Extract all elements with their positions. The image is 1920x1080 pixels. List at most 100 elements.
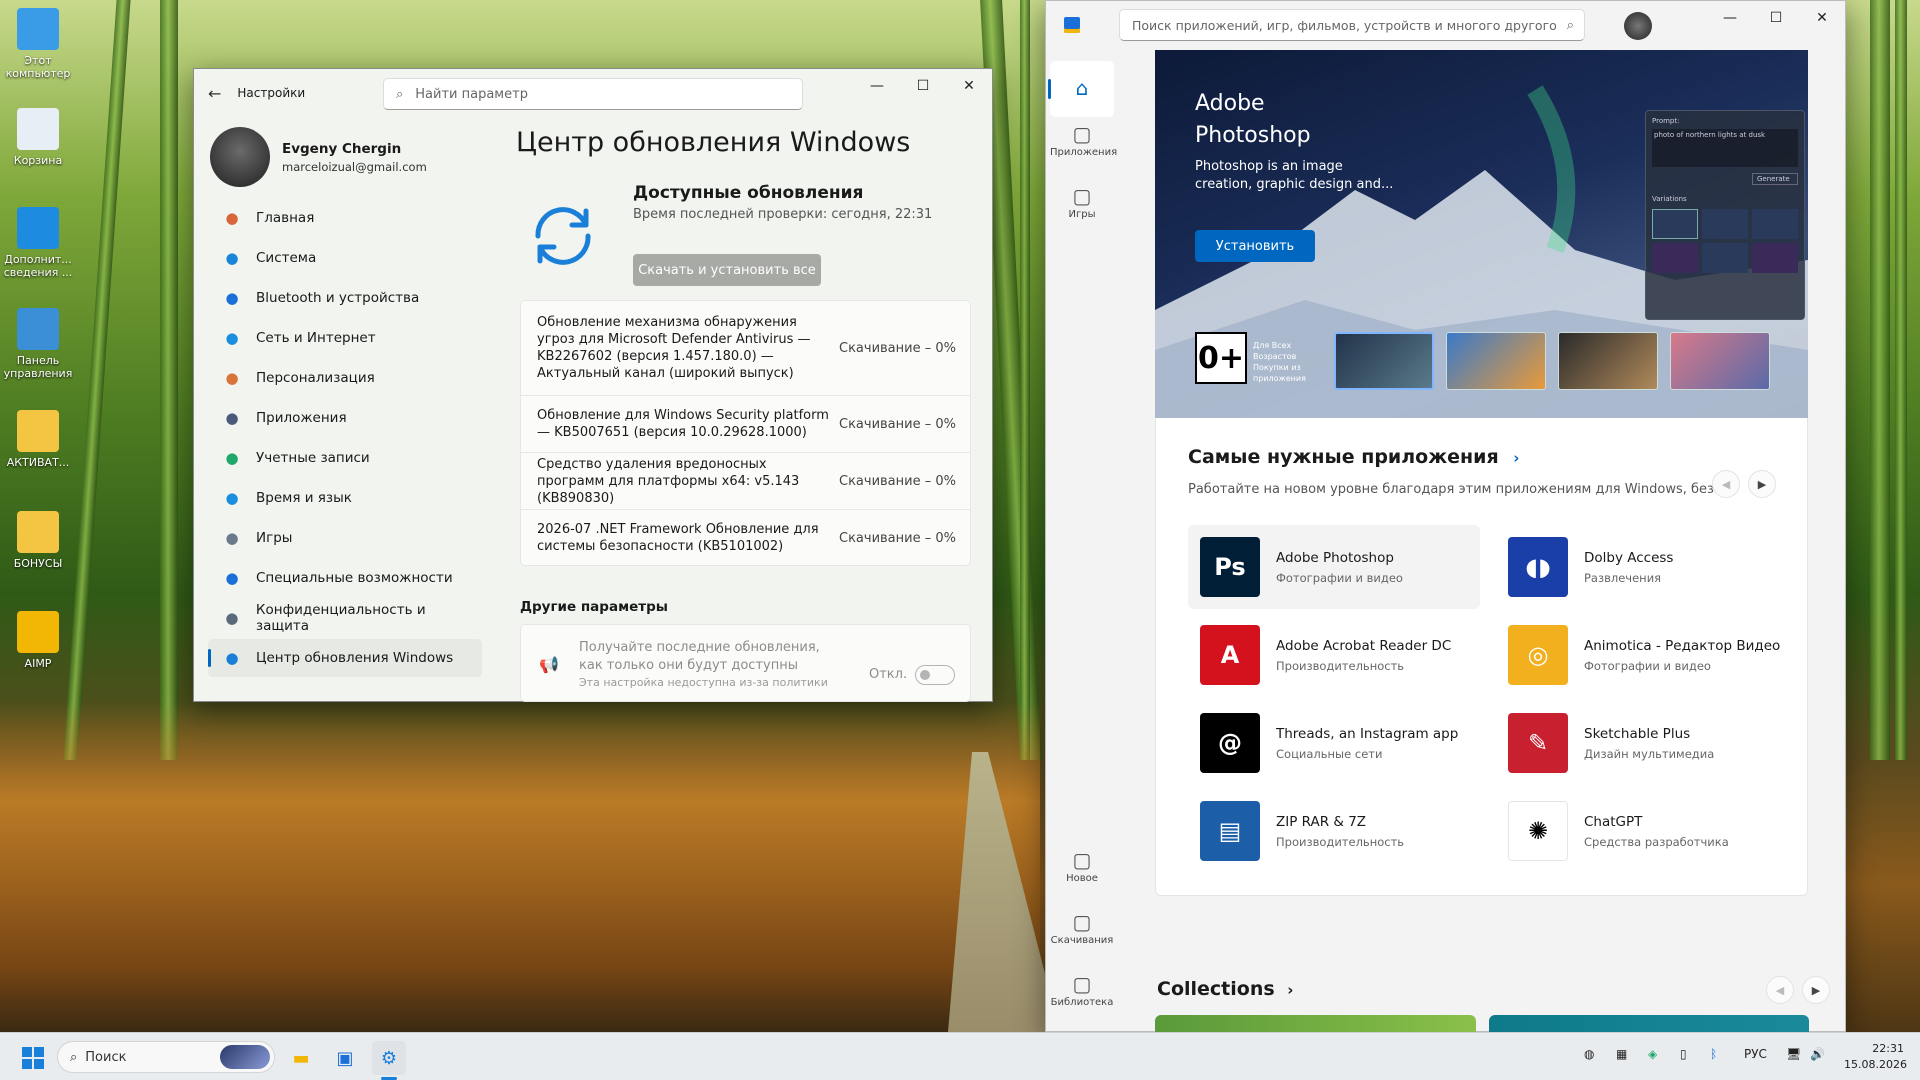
collection-card[interactable] [1489,1015,1809,1033]
app-card[interactable]: ◖◗ Dolby Access Развлечения [1496,525,1788,609]
app-card[interactable]: A Adobe Acrobat Reader DC Производительнос… [1188,613,1480,697]
nav-item[interactable]: ● Специальные возможности [208,559,482,597]
close-button[interactable]: ✕ [1799,1,1845,35]
next-button[interactable]: ▶ [1802,976,1830,1004]
download-install-all-button[interactable]: Скачать и установить все [633,254,821,286]
screenshot-thumb[interactable] [1334,332,1434,390]
update-name: Средство удаления вредоносных программ д… [537,456,800,506]
install-button[interactable]: Установить [1195,230,1315,262]
update-row: Обновление для Windows Security platform… [521,396,970,453]
desktop-icon-label: Этот компьютер [5,54,71,80]
sketchable-icon: ✎ [1508,713,1568,773]
nav-item[interactable]: ● Персонализация [208,359,482,397]
minimize-button[interactable]: — [1707,1,1753,35]
settings-app-icon[interactable]: ⚙ [372,1041,406,1075]
screenshot-thumb[interactable] [1670,332,1770,390]
hero-banner[interactable]: Adobe Photoshop Photoshop is an image cr… [1155,50,1808,418]
nav-item-label: Сеть и Интернет [256,330,376,346]
maximize-button[interactable]: ☐ [900,69,946,103]
maximize-button[interactable]: ☐ [1753,1,1799,35]
network-icon[interactable]: 🖥 [1786,1047,1801,1061]
collections-title[interactable]: Collections › [1157,978,1293,1000]
app-card[interactable]: ✺ ChatGPT Средства разработчика [1496,789,1788,873]
desktop-icon[interactable]: AIMP [0,611,76,670]
minimize-button[interactable]: — [854,69,900,103]
network-globe-icon[interactable]: ◍ [1584,1047,1594,1061]
rail-item[interactable]: ▢ Приложения [1050,121,1117,158]
user-card[interactable]: Evgeny Chergin marceloizual@gmail.com [210,125,480,189]
file-explorer-icon[interactable]: ▬ [284,1041,318,1075]
store-search-input[interactable]: Поиск приложений, игр, фильмов, устройст… [1119,9,1585,41]
desktop-icon[interactable]: АКТИВАТ... [0,410,76,469]
app-category: Производительность [1276,834,1405,849]
app-card[interactable]: ◎ Animotica - Редактор Видео Фотографии и … [1496,613,1788,697]
search-icon: ⌕ [1566,17,1574,33]
avatar [210,127,270,187]
app-card[interactable]: Ps Adobe Photoshop Фотографии и видео [1188,525,1480,609]
folder-icon [17,410,59,452]
nav-item[interactable]: ● Система [208,239,482,277]
app-card[interactable]: ▤ ZIP RAR & 7Z Производительность [1188,789,1480,873]
clock[interactable]: 22:31 15.08.2026 [1844,1041,1907,1073]
usb-icon[interactable]: ▯ [1680,1047,1687,1061]
app-card[interactable]: @ Threads, an Instagram app Социальные сет… [1188,701,1480,785]
screenshot-thumb[interactable] [1558,332,1658,390]
nav-item[interactable]: ● Время и язык [208,479,482,517]
rail-item[interactable]: ▢ Библиотека [1050,971,1114,1008]
volume-icon[interactable]: 🔊 [1810,1047,1825,1061]
screenshot-thumb[interactable] [1446,332,1546,390]
taskbar-search[interactable]: ⌕ Поиск [57,1041,275,1073]
start-button[interactable] [16,1041,50,1075]
next-button[interactable]: ▶ [1748,470,1776,498]
nav-item-label: Игры [256,530,293,546]
desktop-icon[interactable]: БОНУСЫ [0,511,76,570]
language-indicator[interactable]: РУС [1744,1047,1767,1061]
app-card[interactable]: ✎ Sketchable Plus Дизайн мультимедиа [1496,701,1788,785]
library-icon: ▢ [1072,972,1092,996]
store-icon[interactable]: ▣ [328,1041,362,1075]
bluetooth-icon[interactable]: ᛒ [1710,1047,1717,1061]
store-avatar[interactable] [1624,12,1652,40]
latest-updates-toggle[interactable] [915,665,955,685]
prev-button[interactable]: ◀ [1766,976,1794,1004]
rail-item-label: Библиотека [1050,997,1114,1008]
rail-item[interactable]: ⌂ [1048,61,1114,117]
nav-item-label: Центр обновления Windows [256,650,454,666]
app-name: Adobe Photoshop [1276,549,1394,566]
close-button[interactable]: ✕ [946,69,992,103]
desktop-icon-label: Дополнит... сведения ... [3,253,73,279]
update-status: Скачивание – 0% [839,473,956,489]
back-arrow-icon[interactable]: ← [208,84,221,103]
nav-item[interactable]: ● Учетные записи [208,439,482,477]
keyboard-icon[interactable]: ▦ [1616,1047,1627,1061]
security-icon[interactable]: ◈ [1648,1047,1657,1061]
prompt-panel: Prompt: photo of northern lights at dusk… [1645,110,1805,320]
latest-updates-text: Получайте последние обновления, как толь… [579,640,820,673]
desktop-icon[interactable]: Корзина [0,108,76,167]
new-icon: ▢ [1072,848,1092,872]
gamepad-icon: ▢ [1072,184,1092,208]
desktop-icon[interactable]: Дополнит... сведения ... [0,207,76,279]
nav-item[interactable]: ● Игры [208,519,482,557]
prev-button[interactable]: ◀ [1712,470,1740,498]
update-row: Обновление механизма обнаружения угроз д… [521,301,970,396]
nav-item[interactable]: ● Приложения [208,399,482,437]
accessibility-icon: ● [225,569,239,587]
section-title[interactable]: Самые нужные приложения › [1188,446,1519,468]
nav-item[interactable]: ● Конфиденциальность и защита [208,599,482,637]
desktop-icon[interactable]: Панель управления [0,308,76,380]
settings-search-input[interactable]: ⌕ Найти параметр [383,78,803,110]
collection-card[interactable] [1155,1015,1476,1033]
nav-item[interactable]: ● Bluetooth и устройства [208,279,482,317]
rail-item[interactable]: ▢ Скачивания [1050,909,1114,946]
megaphone-icon: 📢 [539,655,559,674]
rail-item[interactable]: ▢ Новое [1050,847,1114,884]
app-category: Производительность [1276,658,1405,673]
folder-icon [17,511,59,553]
search-icon: ⌕ [70,1049,78,1065]
rail-item[interactable]: ▢ Игры [1050,183,1114,220]
nav-item[interactable]: ● Сеть и Интернет [208,319,482,357]
nav-item[interactable]: ● Главная [208,199,482,237]
nav-item[interactable]: ● Центр обновления Windows [208,639,482,677]
desktop-icon[interactable]: Этот компьютер [0,8,76,80]
